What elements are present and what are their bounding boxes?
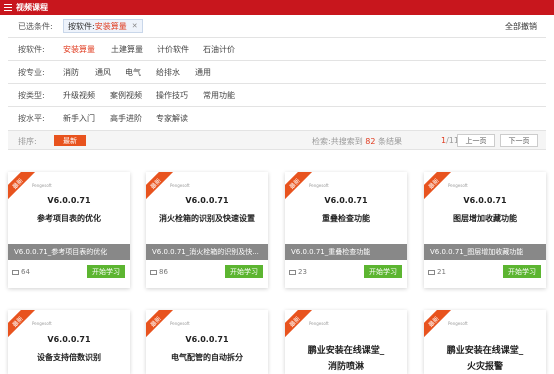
filter-option[interactable]: 专家解读 bbox=[156, 113, 188, 124]
card-title-line1: 鹏业安装在线课堂_ bbox=[446, 346, 524, 356]
view-count: 23 bbox=[289, 268, 307, 276]
start-learning-button[interactable]: 开始学习 bbox=[225, 265, 263, 278]
filter-label: 按类型: bbox=[18, 90, 45, 100]
card-caption: V6.0.0.71_参考项目表的优化 bbox=[8, 244, 130, 260]
filter-option[interactable]: 案例视频 bbox=[110, 90, 142, 101]
view-count: 64 bbox=[12, 268, 30, 276]
course-card[interactable]: 最新 Pengesoft V6.0.0.71 参考项目表的优化 V6.0.0.7… bbox=[8, 172, 130, 288]
card-caption: V6.0.0.71_图层增加收藏功能 bbox=[424, 244, 546, 260]
filter-option[interactable]: 安装算量 bbox=[63, 44, 95, 55]
start-learning-button[interactable]: 开始学习 bbox=[87, 265, 125, 278]
filter-option[interactable]: 升级视频 bbox=[63, 90, 95, 101]
next-page-button[interactable]: 下一页 bbox=[500, 134, 538, 147]
search-result-info: 检索:共搜索到 82 条结果 bbox=[312, 136, 402, 147]
card-title: 参考项目表的优化 bbox=[37, 214, 101, 223]
filter-option[interactable]: 给排水 bbox=[156, 67, 180, 78]
card-version: V6.0.0.71 bbox=[185, 335, 229, 344]
filter-label: 按软件: bbox=[18, 44, 45, 54]
menu-icon[interactable] bbox=[4, 4, 12, 11]
course-card[interactable]: 最新 Pengesoft V6.0.0.71 设备支持倍数识别 bbox=[8, 310, 130, 374]
view-count-value: 86 bbox=[159, 268, 168, 276]
card-version: V6.0.0.71 bbox=[324, 196, 368, 205]
logo: Pengesoft bbox=[309, 183, 329, 188]
view-count: 86 bbox=[150, 268, 168, 276]
sort-newest-button[interactable]: 最新 bbox=[54, 135, 86, 146]
filter-option[interactable]: 电气 bbox=[125, 67, 141, 78]
view-count-value: 23 bbox=[298, 268, 307, 276]
course-card[interactable]: 最新 Pengesoft 鹏业安装在线课堂_ 火灾报警 bbox=[424, 310, 546, 374]
logo: Pengesoft bbox=[448, 183, 468, 188]
logo: Pengesoft bbox=[32, 183, 52, 188]
sort-bar: 排序: 最新 检索:共搜索到 82 条结果 1/11 上一页 下一页 bbox=[8, 130, 546, 150]
view-icon bbox=[12, 269, 19, 275]
course-card[interactable]: 最新 Pengesoft V6.0.0.71 重叠检查功能 V6.0.0.71_… bbox=[285, 172, 407, 288]
selected-tag-value: 安装算量 bbox=[94, 21, 127, 31]
card-caption: V6.0.0.71_消火栓箱的识别及快... bbox=[146, 244, 268, 260]
view-count-value: 21 bbox=[437, 268, 446, 276]
view-icon bbox=[150, 269, 157, 275]
sort-label: 排序: bbox=[18, 137, 37, 146]
logo: Pengesoft bbox=[170, 183, 190, 188]
course-card[interactable]: 最新 Pengesoft V6.0.0.71 图层增加收藏功能 V6.0.0.7… bbox=[424, 172, 546, 288]
search-prefix: 检索:共搜索到 bbox=[312, 137, 363, 146]
view-icon bbox=[428, 269, 435, 275]
card-caption: V6.0.0.71_重叠检查功能 bbox=[285, 244, 407, 260]
filter-row-level: 按水平: 新手入门 高手进阶 专家解读 bbox=[0, 107, 554, 129]
selected-tag[interactable]: 按软件: 安装算量 ✕ bbox=[63, 19, 143, 33]
course-card[interactable]: 最新 Pengesoft V6.0.0.71 电气配管的自动拆分 bbox=[146, 310, 268, 374]
course-card[interactable]: 最新 Pengesoft V6.0.0.71 消火栓箱的识别及快速设置 V6.0… bbox=[146, 172, 268, 288]
card-title: 消火栓箱的识别及快速设置 bbox=[159, 214, 255, 223]
view-count-value: 64 bbox=[21, 268, 30, 276]
card-title: 重叠检查功能 bbox=[322, 214, 370, 223]
filter-option[interactable]: 新手入门 bbox=[63, 113, 95, 124]
filter-option[interactable]: 通用 bbox=[195, 67, 211, 78]
view-count: 21 bbox=[428, 268, 446, 276]
filter-option[interactable]: 常用功能 bbox=[203, 90, 235, 101]
selected-label: 已选条件: bbox=[18, 21, 53, 31]
close-icon[interactable]: ✕ bbox=[132, 22, 138, 30]
card-title-line2: 消防喷淋 bbox=[327, 362, 364, 372]
filter-row-type: 按类型: 升级视频 案例视频 操作技巧 常用功能 bbox=[0, 84, 554, 106]
selected-row: 已选条件: 按软件: 安装算量 ✕ 全部撤销 bbox=[0, 15, 554, 37]
clear-all-link[interactable]: 全部撤销 bbox=[505, 21, 537, 32]
filter-option[interactable]: 计价软件 bbox=[157, 44, 189, 55]
card-title: 电气配管的自动拆分 bbox=[171, 353, 243, 362]
logo: Pengesoft bbox=[170, 321, 190, 326]
logo: Pengesoft bbox=[448, 321, 468, 326]
selected-tag-key: 按软件: bbox=[68, 21, 95, 31]
filter-option[interactable]: 操作技巧 bbox=[156, 90, 188, 101]
card-version: V6.0.0.71 bbox=[185, 196, 229, 205]
filter-row-major: 按专业: 消防 通风 电气 给排水 通用 bbox=[0, 61, 554, 83]
course-card[interactable]: 最新 Pengesoft 鹏业安装在线课堂_ 消防喷淋 bbox=[285, 310, 407, 374]
prev-page-button[interactable]: 上一页 bbox=[457, 134, 495, 147]
logo: Pengesoft bbox=[309, 321, 329, 326]
card-title: 图层增加收藏功能 bbox=[453, 214, 517, 223]
logo: Pengesoft bbox=[32, 321, 52, 326]
filter-option[interactable]: 石油计价 bbox=[203, 44, 235, 55]
filter-label: 按水平: bbox=[18, 113, 45, 123]
filter-option[interactable]: 消防 bbox=[63, 67, 79, 78]
view-icon bbox=[289, 269, 296, 275]
card-version: V6.0.0.71 bbox=[47, 196, 91, 205]
page-title: 视频课程 bbox=[16, 3, 48, 12]
filter-row-software: 按软件: 安装算量 土建算量 计价软件 石油计价 bbox=[0, 38, 554, 60]
start-learning-button[interactable]: 开始学习 bbox=[503, 265, 541, 278]
card-title: 设备支持倍数识别 bbox=[37, 353, 101, 362]
card-version: V6.0.0.71 bbox=[47, 335, 91, 344]
card-title-line2: 火灾报警 bbox=[466, 362, 503, 372]
filter-option[interactable]: 通风 bbox=[95, 67, 111, 78]
search-count: 82 bbox=[365, 137, 376, 146]
filter-option[interactable]: 土建算量 bbox=[111, 44, 143, 55]
top-bar: 视频课程 bbox=[0, 0, 554, 15]
filter-label: 按专业: bbox=[18, 67, 45, 77]
search-suffix: 条结果 bbox=[377, 137, 402, 146]
card-version: V6.0.0.71 bbox=[463, 196, 507, 205]
start-learning-button[interactable]: 开始学习 bbox=[364, 265, 402, 278]
filter-option[interactable]: 高手进阶 bbox=[110, 113, 142, 124]
card-title-line1: 鹏业安装在线课堂_ bbox=[307, 346, 385, 356]
